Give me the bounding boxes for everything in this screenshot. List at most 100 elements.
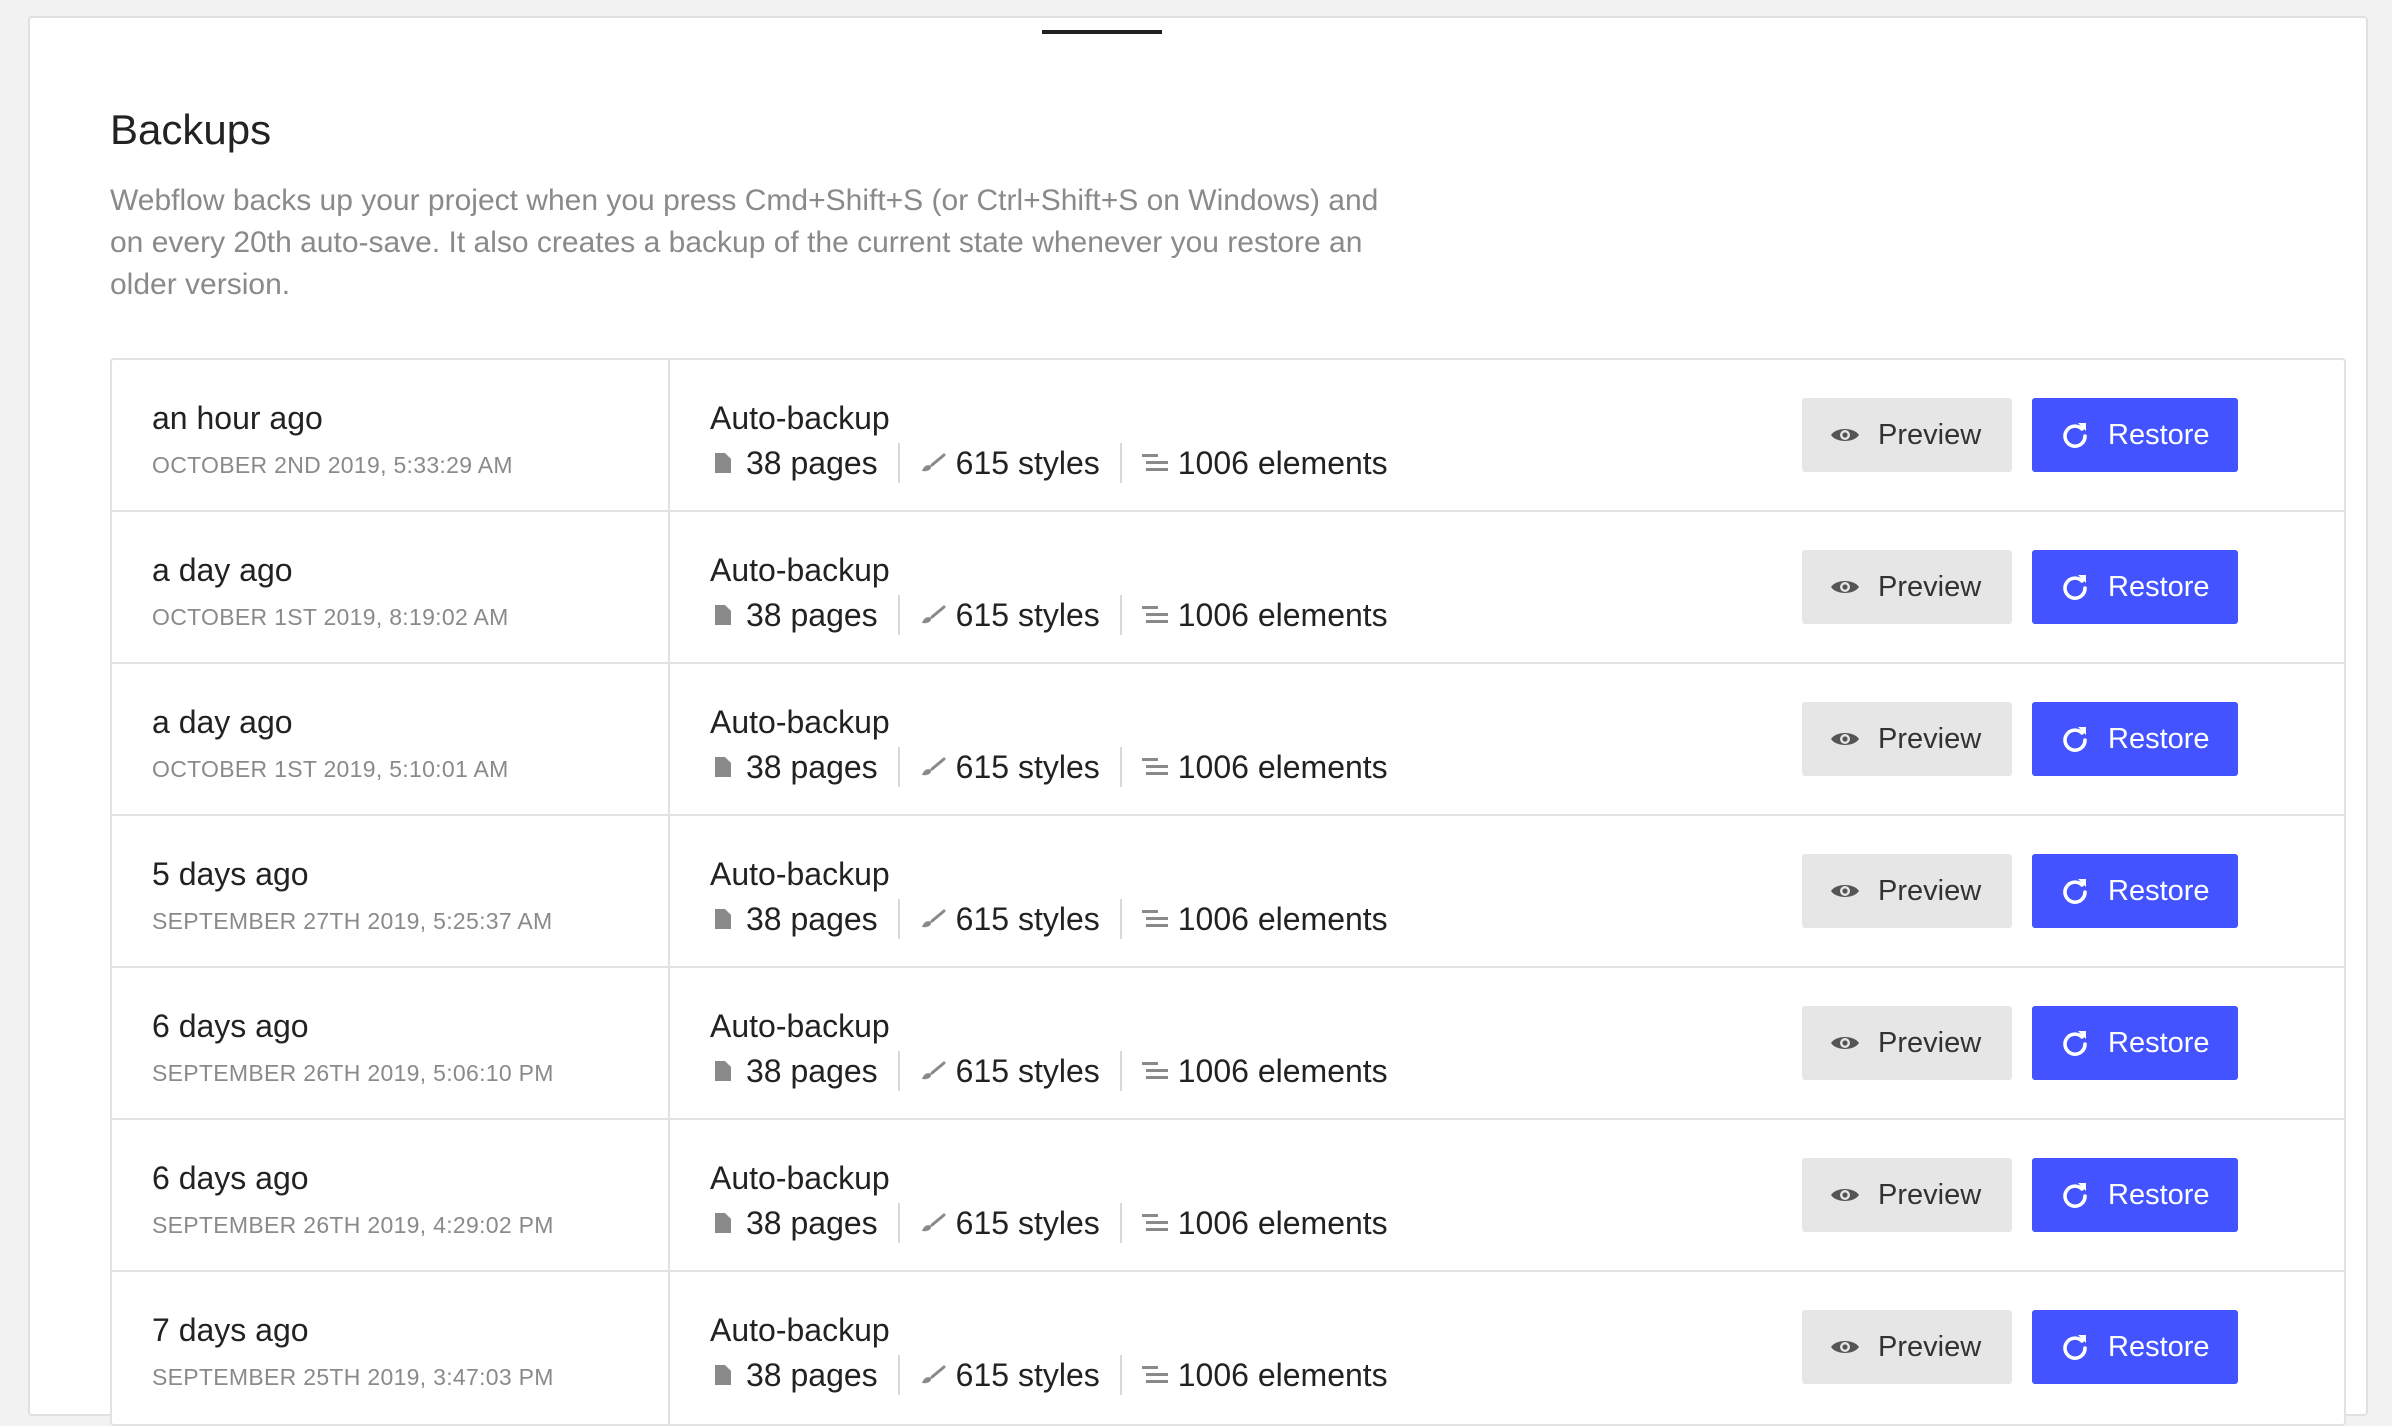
restore-icon bbox=[2060, 1028, 2090, 1058]
styles-stat: 615 styles bbox=[920, 1357, 1100, 1394]
backup-info-cell: Auto-backup 38 pages 615 styles 1006 ele… bbox=[710, 856, 1388, 939]
page-title: Backups bbox=[110, 106, 272, 153]
preview-button[interactable]: Preview bbox=[1802, 702, 2012, 776]
stat-divider bbox=[897, 1355, 900, 1395]
preview-button[interactable]: Preview bbox=[1802, 1158, 2012, 1232]
preview-button[interactable]: Preview bbox=[1802, 550, 2012, 624]
brush-icon bbox=[920, 1365, 946, 1385]
backup-stats: 38 pages 615 styles 1006 elements bbox=[710, 595, 1388, 635]
pages-count: 38 pages bbox=[746, 1052, 878, 1089]
restore-button[interactable]: Restore bbox=[2032, 398, 2238, 472]
backup-timestamp: SEPTEMBER 27TH 2019, 5:25:37 AM bbox=[152, 908, 553, 934]
eye-icon bbox=[1830, 1337, 1860, 1357]
elements-icon bbox=[1141, 1365, 1168, 1385]
preview-button[interactable]: Preview bbox=[1802, 854, 2012, 928]
styles-stat: 615 styles bbox=[920, 1205, 1100, 1242]
elements-count: 1006 elements bbox=[1177, 1052, 1388, 1089]
backup-info-cell: Auto-backup 38 pages 615 styles 1006 ele… bbox=[710, 1160, 1388, 1243]
backup-kind: Auto-backup bbox=[710, 552, 890, 588]
elements-count: 1006 elements bbox=[1177, 444, 1388, 481]
stat-divider bbox=[897, 747, 900, 787]
backup-actions: Preview Restore bbox=[1802, 1310, 2238, 1384]
backup-timestamp: SEPTEMBER 26TH 2019, 4:29:02 PM bbox=[152, 1212, 554, 1238]
styles-count: 615 styles bbox=[955, 748, 1100, 785]
elements-icon bbox=[1141, 453, 1168, 473]
backup-relative-time: an hour ago bbox=[152, 400, 323, 436]
backup-time-cell: an hour ago OCTOBER 2ND 2019, 5:33:29 AM bbox=[112, 360, 670, 510]
elements-count: 1006 elements bbox=[1177, 1356, 1388, 1393]
restore-button[interactable]: Restore bbox=[2032, 1310, 2238, 1384]
restore-button[interactable]: Restore bbox=[2032, 1158, 2238, 1232]
restore-label: Restore bbox=[2108, 1330, 2210, 1363]
stat-divider bbox=[1119, 443, 1122, 483]
backup-stats: 38 pages 615 styles 1006 elements bbox=[710, 747, 1388, 787]
backup-relative-time: 6 days ago bbox=[152, 1008, 309, 1044]
restore-label: Restore bbox=[2108, 570, 2210, 603]
elements-stat: 1006 elements bbox=[1141, 749, 1388, 786]
restore-label: Restore bbox=[2108, 1178, 2210, 1211]
restore-label: Restore bbox=[2108, 722, 2210, 755]
elements-count: 1006 elements bbox=[1177, 596, 1388, 633]
restore-button[interactable]: Restore bbox=[2032, 550, 2238, 624]
page-description: Webflow backs up your project when you p… bbox=[110, 184, 1379, 301]
styles-count: 615 styles bbox=[955, 1052, 1100, 1089]
backup-time-cell: 6 days ago SEPTEMBER 26TH 2019, 4:29:02 … bbox=[112, 1120, 670, 1270]
pages-stat: 38 pages bbox=[710, 445, 878, 482]
preview-label: Preview bbox=[1878, 1330, 1982, 1363]
backup-timestamp: SEPTEMBER 25TH 2019, 3:47:03 PM bbox=[152, 1364, 554, 1390]
preview-button[interactable]: Preview bbox=[1802, 1006, 2012, 1080]
backup-relative-time: 6 days ago bbox=[152, 1160, 309, 1196]
backup-info-cell: Auto-backup 38 pages 615 styles 1006 ele… bbox=[710, 1008, 1388, 1091]
backup-kind: Auto-backup bbox=[710, 704, 890, 740]
pages-stat: 38 pages bbox=[710, 1205, 878, 1242]
pages-count: 38 pages bbox=[746, 444, 878, 481]
backup-stats: 38 pages 615 styles 1006 elements bbox=[710, 443, 1388, 483]
preview-button[interactable]: Preview bbox=[1802, 398, 2012, 472]
backup-time-cell: 7 days ago SEPTEMBER 25TH 2019, 3:47:03 … bbox=[112, 1272, 670, 1424]
styles-count: 615 styles bbox=[955, 1204, 1100, 1241]
styles-count: 615 styles bbox=[955, 444, 1100, 481]
backup-row: 5 days ago SEPTEMBER 27TH 2019, 5:25:37 … bbox=[112, 816, 2344, 968]
styles-stat: 615 styles bbox=[920, 901, 1100, 938]
restore-icon bbox=[2060, 1180, 2090, 1210]
styles-count: 615 styles bbox=[955, 900, 1100, 937]
preview-label: Preview bbox=[1878, 418, 1982, 451]
backup-actions: Preview Restore bbox=[1802, 1158, 2238, 1232]
elements-count: 1006 elements bbox=[1177, 900, 1388, 937]
file-icon bbox=[710, 1365, 736, 1385]
backup-info-cell: Auto-backup 38 pages 615 styles 1006 ele… bbox=[710, 704, 1388, 787]
backup-row: a day ago OCTOBER 1ST 2019, 8:19:02 AM A… bbox=[112, 512, 2344, 664]
backups-table: an hour ago OCTOBER 2ND 2019, 5:33:29 AM… bbox=[110, 358, 2346, 1426]
backup-row: 6 days ago SEPTEMBER 26TH 2019, 4:29:02 … bbox=[112, 1120, 2344, 1272]
stat-divider bbox=[1119, 1355, 1122, 1395]
restore-button[interactable]: Restore bbox=[2032, 702, 2238, 776]
preview-button[interactable]: Preview bbox=[1802, 1310, 2012, 1384]
eye-icon bbox=[1830, 1185, 1860, 1205]
pages-stat: 38 pages bbox=[710, 1357, 878, 1394]
restore-icon bbox=[2060, 876, 2090, 906]
restore-button[interactable]: Restore bbox=[2032, 1006, 2238, 1080]
preview-label: Preview bbox=[1878, 1026, 1982, 1059]
backups-panel: Backups Webflow backs up your project wh… bbox=[28, 16, 2368, 1426]
pages-count: 38 pages bbox=[746, 900, 878, 937]
backup-kind: Auto-backup bbox=[710, 400, 890, 436]
backup-row: 7 days ago SEPTEMBER 25TH 2019, 3:47:03 … bbox=[112, 1272, 2344, 1424]
elements-icon bbox=[1141, 757, 1168, 777]
styles-stat: 615 styles bbox=[920, 445, 1100, 482]
backup-time-cell: 5 days ago SEPTEMBER 27TH 2019, 5:25:37 … bbox=[112, 816, 670, 966]
styles-count: 615 styles bbox=[955, 596, 1100, 633]
stat-divider bbox=[897, 443, 900, 483]
stat-divider bbox=[897, 899, 900, 939]
file-icon bbox=[710, 909, 736, 929]
elements-icon bbox=[1141, 605, 1168, 625]
backup-time-cell: a day ago OCTOBER 1ST 2019, 8:19:02 AM bbox=[112, 512, 670, 662]
restore-icon bbox=[2060, 1332, 2090, 1362]
pages-count: 38 pages bbox=[746, 1204, 878, 1241]
brush-icon bbox=[920, 909, 946, 929]
backup-stats: 38 pages 615 styles 1006 elements bbox=[710, 1355, 1388, 1395]
elements-icon bbox=[1141, 1061, 1168, 1081]
styles-count: 615 styles bbox=[955, 1356, 1100, 1393]
stat-divider bbox=[1119, 1051, 1122, 1091]
file-icon bbox=[710, 1213, 736, 1233]
restore-button[interactable]: Restore bbox=[2032, 854, 2238, 928]
